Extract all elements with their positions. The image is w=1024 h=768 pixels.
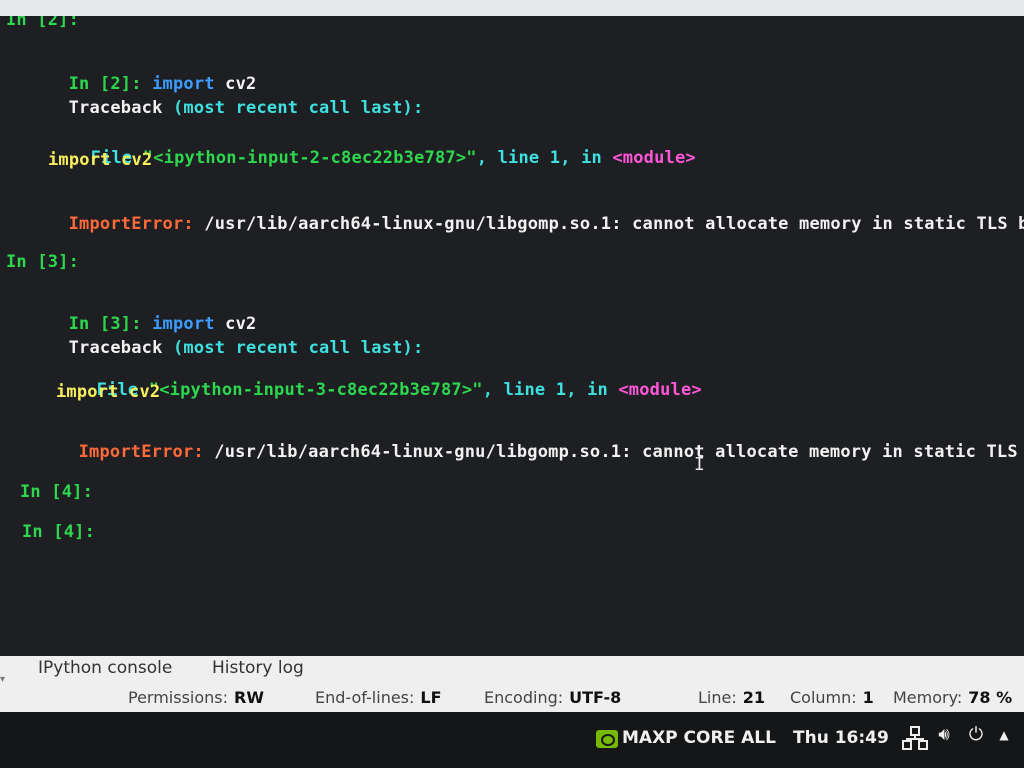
system-taskbar: MAXP CORE ALL Thu 16:49 🔊︎ ⏻ ▲	[0, 712, 1024, 768]
line-ref: , line 1, in	[482, 380, 608, 400]
status-eol: End-of-lines: LF	[315, 688, 442, 707]
clock[interactable]: Thu 16:49	[793, 728, 889, 748]
status-line: Line: 21	[698, 688, 765, 707]
input-prompt: In [4]:	[20, 482, 94, 502]
input-prompt-active[interactable]: In [4]:	[22, 522, 95, 542]
traceback-code: import cv2	[48, 150, 153, 170]
error-message: /usr/lib/aarch64-linux-gnu/libgomp.so.1:…	[204, 214, 1024, 234]
tab-history-log[interactable]: History log	[212, 658, 304, 678]
text-cursor-icon: I	[694, 454, 705, 475]
module-tag: <module>	[618, 380, 702, 400]
file-string: "<ipython-input-2-c8ec22b3e787>"	[142, 148, 477, 168]
status-permissions: Permissions: RW	[128, 688, 264, 707]
tab-ipython-console[interactable]: IPython console	[38, 658, 172, 678]
line-ref: , line 1, in	[476, 148, 602, 168]
traceback-label: Traceback	[68, 338, 163, 358]
partial-prompt: In [2]:	[6, 16, 80, 30]
status-encoding: Encoding: UTF-8	[484, 688, 622, 707]
input-prompt: In [3]:	[6, 252, 80, 272]
power-mode-indicator[interactable]: MAXP CORE ALL	[622, 728, 776, 748]
network-icon[interactable]	[902, 724, 928, 750]
pane-tab-bar: ▾ IPython console History log	[0, 656, 1024, 685]
status-memory: Memory: 78 %	[893, 688, 1013, 707]
error-name: ImportError:	[68, 214, 194, 234]
window-top-strip	[0, 0, 1024, 16]
module-tag: <module>	[612, 148, 696, 168]
status-column: Column: 1	[790, 688, 874, 707]
power-icon[interactable]: ⏻	[964, 724, 988, 750]
traceback-label: Traceback	[68, 98, 163, 118]
error-line: ImportError: /usr/lib/aarch64-linux-gnu/…	[6, 194, 1024, 254]
traceback-detail: (most recent call last):	[172, 98, 424, 118]
tray-up-icon[interactable]: ▲	[992, 728, 1016, 754]
ipython-console[interactable]: In [2]: In [2]: import cv2 Traceback (mo…	[0, 16, 1024, 656]
status-bar: Permissions: RW End-of-lines: LF Encoding:…	[0, 684, 1024, 712]
traceback-code: import cv2	[56, 382, 161, 402]
file-string: "<ipython-input-3-c8ec22b3e787>"	[148, 380, 483, 400]
error-message: /usr/lib/aarch64-linux-gnu/libgomp.so.1:…	[214, 442, 1024, 462]
traceback-detail: (most recent call last):	[172, 338, 424, 358]
bottom-panel: ▾ IPython console History log Permission…	[0, 656, 1024, 712]
error-name: ImportError:	[78, 442, 204, 462]
volume-icon[interactable]: 🔊︎	[932, 724, 956, 750]
error-line: ImportError: /usr/lib/aarch64-linux-gnu/…	[16, 422, 1024, 482]
nvidia-icon[interactable]	[596, 730, 618, 748]
